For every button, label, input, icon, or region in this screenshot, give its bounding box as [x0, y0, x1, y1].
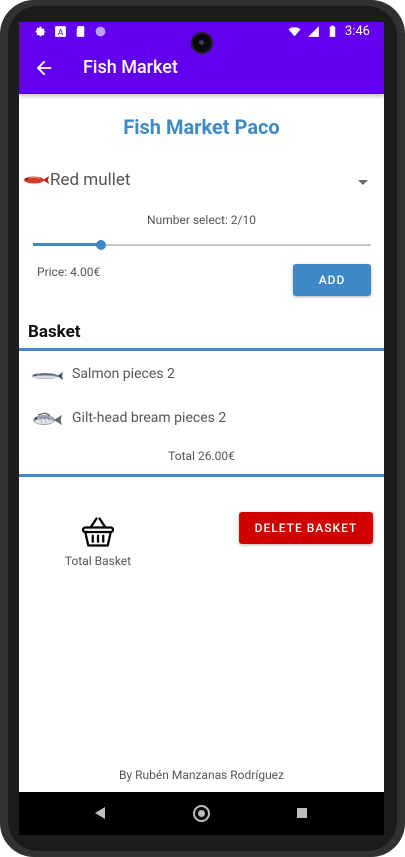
red-mullet-icon [24, 176, 49, 184]
battery-icon [329, 25, 336, 37]
slider-thumb[interactable] [96, 240, 106, 250]
gear-icon [35, 26, 46, 37]
nav-recents-icon[interactable] [297, 808, 307, 818]
status-time: 3:46 [344, 24, 370, 39]
page-title: Fish Market Paco [123, 115, 280, 139]
circle-icon [95, 26, 106, 37]
salmon-icon [32, 372, 63, 380]
app-bar-title: Fish Market [83, 57, 178, 78]
delete-basket-button[interactable]: DELETE BASKET [239, 512, 373, 544]
total-basket-button[interactable]: Total Basket [63, 514, 143, 574]
footer-author: By Rubén Manzanas Rodríguez [119, 768, 284, 782]
a-icon: A [55, 26, 66, 37]
basket-item-label: Salmon pieces 2 [72, 366, 175, 382]
dropdown-arrow-icon [358, 180, 368, 185]
back-arrow-icon[interactable] [33, 57, 55, 79]
total-basket-label: Total Basket [64, 554, 132, 568]
basket-heading: Basket [28, 322, 81, 342]
slider-active-track [33, 243, 101, 246]
android-nav-bar [19, 792, 384, 835]
add-button[interactable]: ADD [293, 264, 371, 296]
camera-icon [193, 34, 211, 52]
main-content: Fish Market Paco Red mullet Number selec… [19, 94, 384, 835]
sd-card-icon [76, 26, 85, 37]
number-select-label: Number select: 2/10 [147, 213, 256, 227]
shopping-basket-icon [81, 517, 115, 547]
price-label: Price: 4.00€ [37, 265, 101, 279]
bream-icon [33, 412, 62, 425]
quantity-slider[interactable] [33, 239, 371, 251]
app-screen: A 3:46 Fish Market Fish Market Paco Red … [19, 22, 384, 835]
fish-select-dropdown[interactable]: Red mullet [19, 168, 384, 198]
basket-item-label: Gilt-head bream pieces 2 [72, 410, 227, 426]
svg-text:A: A [58, 27, 64, 37]
wifi-icon [288, 27, 301, 37]
basket-item: Salmon pieces 2 [19, 360, 384, 390]
signal-icon [308, 26, 319, 37]
nav-home-icon[interactable] [193, 805, 210, 822]
basket-item: Gilt-head bream pieces 2 [19, 404, 384, 434]
basket-total: Total 26.00€ [168, 449, 235, 463]
basket-bottom-divider [19, 474, 384, 477]
fish-select-value: Red mullet [50, 170, 131, 190]
nav-back-icon[interactable] [95, 807, 105, 819]
basket-top-divider [19, 348, 384, 351]
